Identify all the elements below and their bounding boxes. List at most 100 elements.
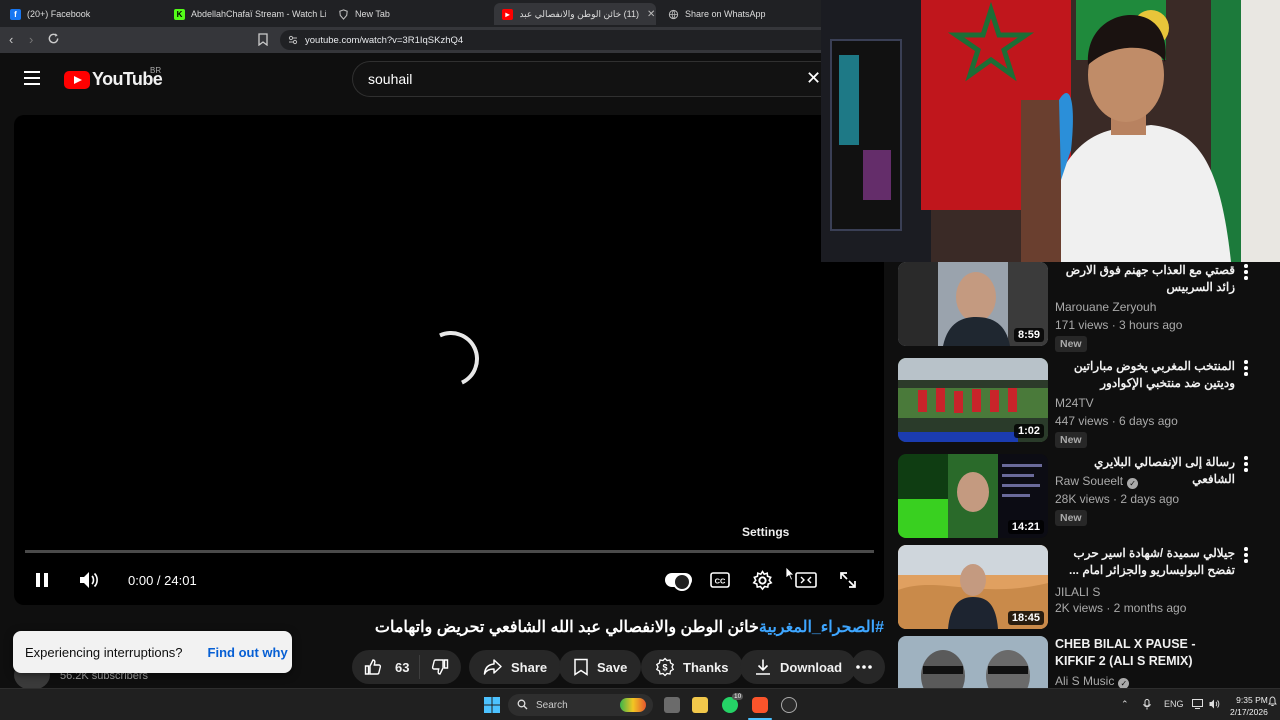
search-input[interactable]: souhail <box>352 61 821 97</box>
webcam-image <box>821 0 1280 262</box>
bookmark-save-icon <box>574 658 588 676</box>
video-thumbnail[interactable]: 18:45 <box>898 545 1048 629</box>
rec-channel[interactable]: M24TV <box>1055 396 1094 410</box>
bookmark-icon[interactable] <box>258 33 268 50</box>
new-badge: New <box>1055 336 1087 352</box>
os-taskbar: Search 10 ⌃ ENG 9:35 PM 2/17/2026 <box>0 688 1280 720</box>
whatsapp-badge: 10 <box>732 693 744 700</box>
tab-facebook[interactable]: f (20+) Facebook <box>2 3 162 25</box>
brave-shield-icon <box>338 8 349 20</box>
taskbar-search-input[interactable]: Search <box>508 694 653 716</box>
clock-time: 9:35 PM <box>1236 695 1268 705</box>
more-vertical-icon[interactable] <box>1244 456 1248 474</box>
tab-whatsapp-share[interactable]: Share on WhatsApp <box>660 3 820 25</box>
tab-youtube-active[interactable]: ▸ (11) خائن الوطن والانفصالي عبد ال ✕ <box>494 3 656 25</box>
rec-channel-name: Raw Soueelt <box>1055 474 1124 488</box>
rec-channel-name: Ali S Music <box>1055 674 1115 688</box>
clock-date: 2/17/2026 <box>1230 707 1268 717</box>
site-info-icon[interactable] <box>288 35 298 48</box>
save-button[interactable]: Save <box>559 650 642 684</box>
back-icon[interactable]: ‹ <box>9 32 13 48</box>
close-tab-icon[interactable]: ✕ <box>647 9 655 20</box>
toast-message: Experiencing interruptions? <box>25 644 183 660</box>
download-icon <box>756 659 770 675</box>
tab-title: (20+) Facebook <box>27 9 91 19</box>
address-bar[interactable]: youtube.com/watch?v=3R1IqSKzhQ4 <box>280 30 821 50</box>
menu-icon[interactable] <box>24 71 40 85</box>
fullscreen-button[interactable] <box>839 571 857 594</box>
video-thumbnail[interactable]: 1:02 <box>898 358 1048 442</box>
thumbs-down-icon <box>431 659 449 675</box>
find-out-why-link[interactable]: Find out why <box>208 645 288 660</box>
like-button[interactable]: 63 <box>352 655 420 679</box>
share-button[interactable]: Share <box>469 650 562 684</box>
rec-title[interactable]: CHEB BILAL X PAUSE - KIFKIF 2 (ALI S REM… <box>1055 636 1235 670</box>
download-button[interactable]: Download <box>740 650 857 684</box>
theater-mode-button[interactable] <box>795 572 817 593</box>
file-explorer-icon[interactable] <box>692 697 708 713</box>
list-item[interactable]: 18:45 جيلالي سميدة /شهادة اسير حرب تفضح … <box>898 545 1268 629</box>
video-title-text: خائن الوطن والانفصالي عبد الله الشافعي ت… <box>374 619 759 636</box>
svg-text:CC: CC <box>715 577 726 586</box>
rec-title[interactable]: قصتي مع العذاب جهنم فوق الارض زائد السرب… <box>1055 262 1235 296</box>
list-item[interactable]: 1:02 المنتخب المغربي يخوض مباراتين وديتي… <box>898 358 1268 448</box>
windows-start-icon[interactable] <box>484 697 500 718</box>
save-label: Save <box>597 659 628 675</box>
obs-icon[interactable] <box>781 697 797 713</box>
more-vertical-icon[interactable] <box>1244 264 1248 282</box>
rec-channel[interactable]: JILALI S <box>1055 585 1100 599</box>
rec-meta: 171 views · 3 hours ago <box>1055 318 1183 332</box>
task-view-icon[interactable] <box>664 697 680 713</box>
pause-button[interactable] <box>34 572 50 593</box>
rec-channel[interactable]: Ali S Music ✓ <box>1055 674 1130 688</box>
facebook-icon: f <box>10 8 21 20</box>
video-thumbnail[interactable]: 14:21 <box>898 454 1048 538</box>
more-actions-button[interactable] <box>851 650 885 684</box>
browser-tab-strip: f (20+) Facebook K AbdellahChafaï Stream… <box>0 0 821 27</box>
volume-icon[interactable] <box>1209 699 1220 711</box>
microphone-icon[interactable] <box>1143 699 1151 712</box>
rec-meta: 447 views · 6 days ago <box>1055 414 1178 428</box>
download-label: Download <box>780 659 843 675</box>
share-label: Share <box>511 659 548 675</box>
notification-icon[interactable] <box>1268 696 1277 710</box>
video-thumbnail[interactable] <box>898 636 1048 688</box>
youtube-logo[interactable]: YouTube <box>64 69 163 90</box>
svg-text:$: $ <box>662 663 667 673</box>
settings-tooltip: Settings <box>742 525 790 539</box>
more-vertical-icon[interactable] <box>1244 360 1248 378</box>
thanks-button[interactable]: $ Thanks <box>641 650 743 684</box>
taskbar-clock[interactable]: 9:35 PM 2/17/2026 <box>1230 694 1268 718</box>
list-item[interactable]: 14:21 رسالة إلى الإنفصالي البلايري الشاف… <box>898 454 1268 538</box>
autoplay-toggle[interactable] <box>665 573 692 591</box>
reload-icon[interactable] <box>47 32 60 49</box>
settings-gear-icon[interactable] <box>752 570 773 596</box>
clear-search-icon[interactable]: ✕ <box>806 69 821 87</box>
input-language[interactable]: ENG <box>1164 699 1184 709</box>
network-icon[interactable] <box>1192 699 1203 711</box>
tab-kick-stream[interactable]: K AbdellahChafaï Stream - Watch Live : <box>166 3 326 25</box>
tray-chevron-icon[interactable]: ⌃ <box>1121 699 1129 710</box>
thumbs-up-icon <box>364 659 382 675</box>
tab-new-tab[interactable]: New Tab <box>330 3 490 25</box>
browser-toolbar: ‹ › youtube.com/watch?v=3R1IqSKzhQ4 <box>0 27 821 53</box>
rec-title[interactable]: جيلالي سميدة /شهادة اسير حرب تفضح البولي… <box>1055 545 1235 579</box>
video-hashtag[interactable]: #الصحراء_المغربية <box>759 619 884 636</box>
rec-channel[interactable]: Marouane Zeryouh <box>1055 300 1156 314</box>
list-item[interactable]: 8:59 قصتي مع العذاب جهنم فوق الارض زائد … <box>898 262 1268 352</box>
volume-button[interactable] <box>79 571 101 594</box>
new-badge: New <box>1055 510 1087 526</box>
subtitles-button[interactable]: CC <box>710 572 730 593</box>
duration-badge: 8:59 <box>1013 328 1044 342</box>
youtube-icon: ▸ <box>502 8 513 20</box>
more-vertical-icon[interactable] <box>1244 547 1248 565</box>
list-item[interactable]: CHEB BILAL X PAUSE - KIFKIF 2 (ALI S REM… <box>898 636 1268 688</box>
dislike-button[interactable] <box>420 658 457 676</box>
forward-icon[interactable]: › <box>29 32 33 48</box>
brave-browser-icon[interactable] <box>752 697 768 713</box>
video-thumbnail[interactable]: 8:59 <box>898 262 1048 346</box>
rec-title[interactable]: المنتخب المغربي يخوض مباراتين وديتين ضد … <box>1055 358 1235 392</box>
progress-bar[interactable] <box>25 550 874 553</box>
rec-channel[interactable]: Raw Soueelt ✓ <box>1055 474 1139 489</box>
verified-check-icon: ✓ <box>1127 478 1139 489</box>
